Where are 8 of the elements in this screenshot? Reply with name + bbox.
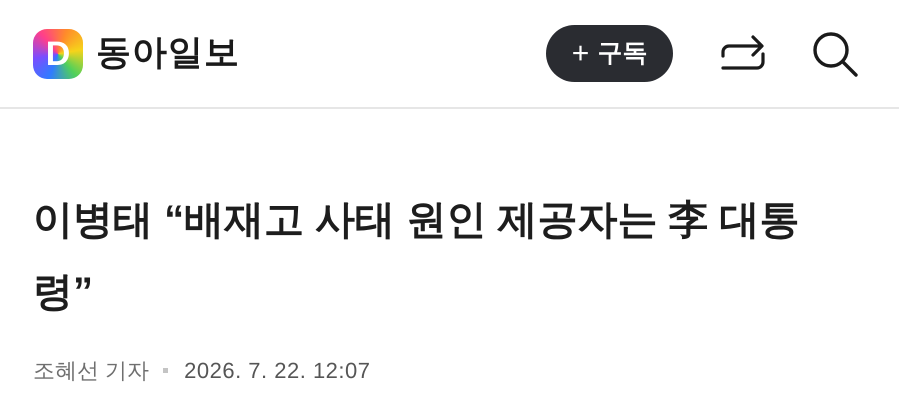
subscribe-button[interactable]: + 구독 xyxy=(546,25,673,82)
logo[interactable]: D xyxy=(33,28,83,78)
search-icon[interactable] xyxy=(811,30,859,78)
logo-letter: D xyxy=(46,36,70,70)
article-headline: 이병태 “배재고 사태 원인 제공자는 李 대통령” xyxy=(33,197,801,316)
author-name: 조혜선 기자 xyxy=(33,357,150,385)
site-name[interactable]: 동아일보 xyxy=(96,27,240,80)
publish-date: 2026. 7. 22. 12:07 xyxy=(184,357,370,385)
